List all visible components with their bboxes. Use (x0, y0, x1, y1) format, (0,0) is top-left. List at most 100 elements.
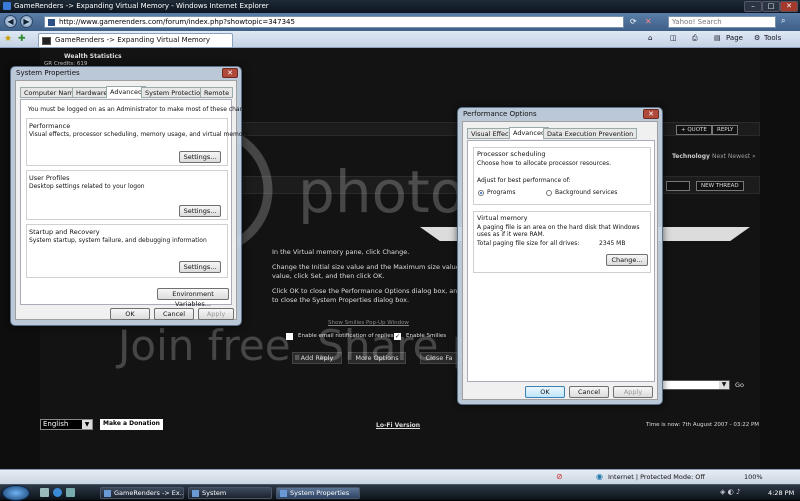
browser-tab[interactable]: GameRenders -> Expanding Virtual Memory (38, 33, 233, 47)
new-thread-button[interactable]: NEW THREAD (696, 181, 744, 191)
window-title: GameRenders -> Expanding Virtual Memory … (14, 2, 269, 10)
start-button[interactable] (2, 485, 30, 501)
post-line: Change the Initial size value and the Ma… (272, 263, 460, 271)
programs-radio[interactable] (478, 190, 484, 196)
dialog-title: System Properties (16, 69, 80, 77)
tab-data-execution-prevention[interactable]: Data Execution Prevention (543, 128, 638, 139)
post-body: In the Virtual memory pane, click Change… (272, 248, 462, 305)
options-button[interactable] (666, 181, 690, 191)
maximize-button[interactable]: □ (762, 1, 780, 12)
more-options-button[interactable]: More Options (348, 352, 406, 364)
post-line: value, click Set, and then click OK. (272, 272, 385, 280)
language-select[interactable]: English ▼ (40, 419, 93, 430)
ok-button[interactable]: OK (110, 308, 150, 320)
enable-smilies-checkbox[interactable]: ✓ (394, 333, 401, 340)
page-menu[interactable]: Page (726, 34, 743, 42)
forward-button[interactable]: ▶ (20, 15, 33, 28)
url-input[interactable]: http://www.gamerenders.com/forum/index.p… (44, 16, 624, 28)
tab-strip: Computer Name Hardware Advanced System P… (20, 86, 234, 99)
refresh-icon[interactable]: ⟳ (630, 17, 637, 26)
go-button[interactable]: Go (735, 381, 744, 389)
system-properties-dialog: System Properties ✕ Computer Name Hardwa… (10, 66, 256, 326)
task-label: System Properties (290, 489, 350, 497)
system-icon (280, 490, 287, 497)
tab-system-protection[interactable]: System Protection (141, 87, 209, 98)
total-paging-value: 2345 MB (599, 240, 626, 247)
background-services-radio[interactable] (546, 190, 552, 196)
email-notify-label: Enable email notification of replies (298, 333, 394, 339)
performance-settings-button[interactable]: Settings... (179, 151, 221, 163)
home-icon[interactable]: ⌂ (648, 34, 652, 42)
processor-desc: Choose how to allocate processor resourc… (477, 160, 611, 167)
show-desktop-icon[interactable] (40, 488, 49, 497)
tools-menu[interactable]: Tools (764, 34, 781, 42)
show-smilies-link[interactable]: Show Smilies Pop-Up Window (328, 320, 409, 326)
feeds-icon[interactable]: ◫ (670, 34, 677, 42)
change-button[interactable]: Change... (606, 254, 648, 266)
taskbar: GameRenders -> Ex... System System Prope… (0, 484, 800, 501)
clock[interactable]: 4:28 PM (768, 489, 794, 497)
close-fast-button[interactable]: Close Fa (420, 352, 458, 364)
startup-desc: System startup, system failure, and debu… (29, 237, 207, 244)
dialog-body: Visual Effects Advanced Data Execution P… (462, 121, 658, 400)
browser-title-bar: GameRenders -> Expanding Virtual Memory … (0, 0, 800, 13)
user-profiles-label: User Profiles (29, 174, 70, 182)
page-icon[interactable]: ▤ (714, 34, 721, 42)
programs-label: Programs (487, 189, 516, 196)
donate-button[interactable]: Make a Donation (100, 419, 163, 430)
site-favicon (48, 19, 55, 26)
enable-smilies-label: Enable Smilies (406, 333, 447, 339)
post-line: Click OK to close the Performance Option… (272, 287, 458, 295)
reply-button[interactable]: REPLY (712, 125, 739, 135)
tab-strip: Visual Effects Advanced Data Execution P… (467, 127, 653, 140)
zoom-level[interactable]: 100% (744, 473, 763, 481)
add-favorites-icon[interactable]: ✚ (18, 34, 26, 44)
advanced-panel: Processor scheduling Choose how to alloc… (467, 140, 655, 382)
post-line: to close the System Properties dialog bo… (272, 296, 410, 304)
tab-remote[interactable]: Remote (200, 87, 234, 98)
ok-button[interactable]: OK (525, 386, 565, 398)
tools-icon[interactable]: ⚙ (754, 34, 760, 42)
apply-button[interactable]: Apply (198, 308, 234, 320)
jump-select[interactable]: ▼ (662, 380, 730, 390)
processor-label: Processor scheduling (477, 150, 546, 158)
next-newest-link[interactable]: Next Newest » (712, 153, 756, 160)
back-button[interactable]: ◀ (4, 15, 17, 28)
cancel-button[interactable]: Cancel (154, 308, 194, 320)
performance-label: Performance (29, 122, 71, 130)
apply-button[interactable]: Apply (613, 386, 653, 398)
add-reply-button[interactable]: Add Reply (292, 352, 342, 364)
ie-quicklaunch-icon[interactable] (53, 488, 62, 497)
user-profiles-settings-button[interactable]: Settings... (179, 205, 221, 217)
task-label: System (202, 489, 227, 497)
taskbar-item[interactable]: GameRenders -> Ex... (100, 487, 184, 499)
taskbar-item[interactable]: System Properties (276, 487, 360, 499)
print-icon[interactable]: ⎙ (692, 34, 698, 43)
minimize-button[interactable]: – (744, 1, 762, 12)
environment-variables-button[interactable]: Environment Variables... (157, 288, 229, 308)
stop-icon[interactable]: ✕ (645, 17, 652, 26)
switch-windows-icon[interactable] (66, 488, 75, 497)
system-icon (192, 490, 199, 497)
email-notify-checkbox[interactable] (286, 333, 293, 340)
task-label: GameRenders -> Ex... (114, 489, 184, 497)
chevron-down-icon: ▼ (719, 381, 729, 389)
ie-icon (3, 2, 11, 10)
taskbar-item[interactable]: System (188, 487, 272, 499)
startup-recovery-group: Startup and Recovery System startup, sys… (26, 224, 228, 278)
breadcrumb-category[interactable]: Technology (672, 153, 710, 160)
quote-button[interactable]: + QUOTE (676, 125, 712, 135)
favorites-star-icon[interactable]: ★ (4, 34, 12, 44)
close-button[interactable]: ✕ (643, 109, 659, 119)
startup-settings-button[interactable]: Settings... (179, 261, 221, 273)
user-profiles-desc: Desktop settings related to your logon (29, 183, 145, 190)
search-icon[interactable]: ⌕ (781, 16, 785, 26)
lofi-link[interactable]: Lo-Fi Version (376, 422, 420, 429)
tray-icons[interactable]: ◈ ◐ ♪ (720, 488, 740, 496)
adjust-label: Adjust for best performance of: (477, 177, 571, 184)
tab-title: GameRenders -> Expanding Virtual Memory (55, 36, 211, 44)
close-button[interactable]: ✕ (222, 68, 238, 78)
close-window-button[interactable]: ✕ (780, 1, 798, 12)
cancel-button[interactable]: Cancel (569, 386, 609, 398)
search-input[interactable]: Yahoo! Search (668, 16, 776, 28)
